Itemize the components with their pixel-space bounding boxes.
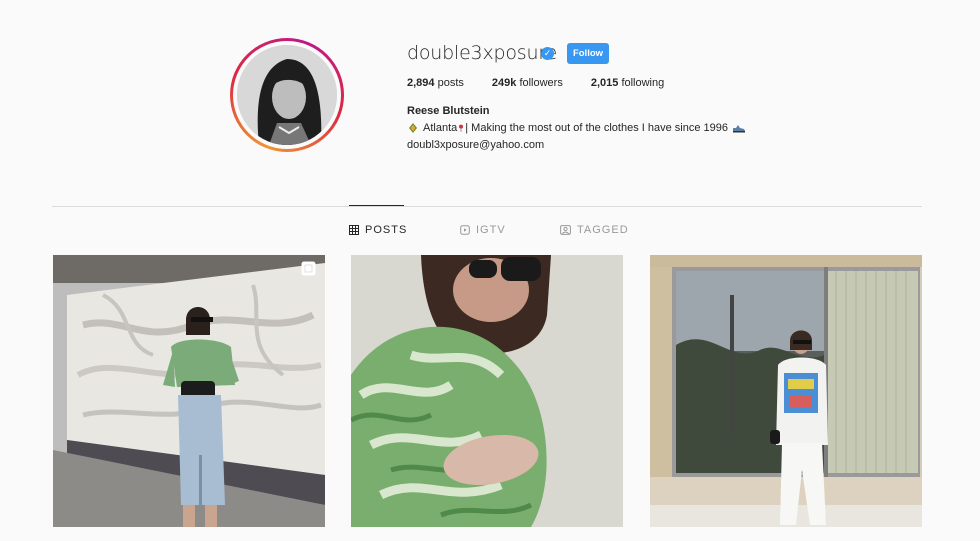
tab-igtv-label: IGTV <box>476 224 506 236</box>
posts-count: 2,894 <box>407 77 435 89</box>
following-stat[interactable]: 2,015 following <box>591 77 664 89</box>
profile-stats: 2,894 posts 249k followers 2,015 followi… <box>407 77 692 89</box>
tab-posts[interactable]: POSTS <box>349 224 407 236</box>
following-label: following <box>621 77 665 89</box>
bio-text: | Making the most out of the clothes I h… <box>465 122 728 134</box>
posts-label: posts <box>437 77 464 89</box>
avatar[interactable] <box>237 45 337 145</box>
tagged-icon <box>560 225 571 235</box>
profile-avatar-ring[interactable] <box>230 38 344 152</box>
igtv-icon <box>460 225 470 235</box>
tab-posts-label: POSTS <box>365 224 408 236</box>
pin-emoji-icon <box>459 124 464 132</box>
bio-location: Atlanta <box>423 122 458 134</box>
active-tab-indicator <box>349 205 404 206</box>
verified-badge-icon: ✓ <box>541 47 554 60</box>
followers-count: 249k <box>491 77 517 89</box>
post-image-1 <box>53 255 325 527</box>
tab-tagged[interactable]: TAGGED <box>560 224 629 236</box>
grid-icon <box>349 225 359 235</box>
follow-button[interactable]: Follow <box>567 43 609 64</box>
following-count: 2,015 <box>590 77 619 89</box>
avatar-gap <box>233 41 341 149</box>
posts-stat: 2,894 posts <box>407 77 464 89</box>
post-thumbnail-1[interactable] <box>53 255 325 527</box>
post-image-3 <box>650 255 922 527</box>
tab-tagged-label: TAGGED <box>577 224 629 236</box>
profile-username: double3xposure <box>407 42 557 64</box>
profile-bio: Atlanta | Making the most out of the clo… <box>407 122 746 134</box>
peach-emoji-icon <box>409 123 417 133</box>
tab-igtv[interactable]: IGTV <box>460 224 506 236</box>
tabs-divider <box>52 206 922 207</box>
post-thumbnail-3[interactable] <box>650 255 922 527</box>
followers-stat[interactable]: 249k followers <box>492 77 563 89</box>
post-thumbnail-2[interactable] <box>351 255 623 527</box>
avatar-image <box>237 45 337 145</box>
profile-email: doubl3xposure@yahoo.com <box>407 139 545 151</box>
shoe-emoji-icon <box>732 125 745 133</box>
post-image-2 <box>351 255 623 527</box>
profile-full-name: Reese Blutstein <box>407 105 490 117</box>
followers-label: followers <box>519 77 563 89</box>
